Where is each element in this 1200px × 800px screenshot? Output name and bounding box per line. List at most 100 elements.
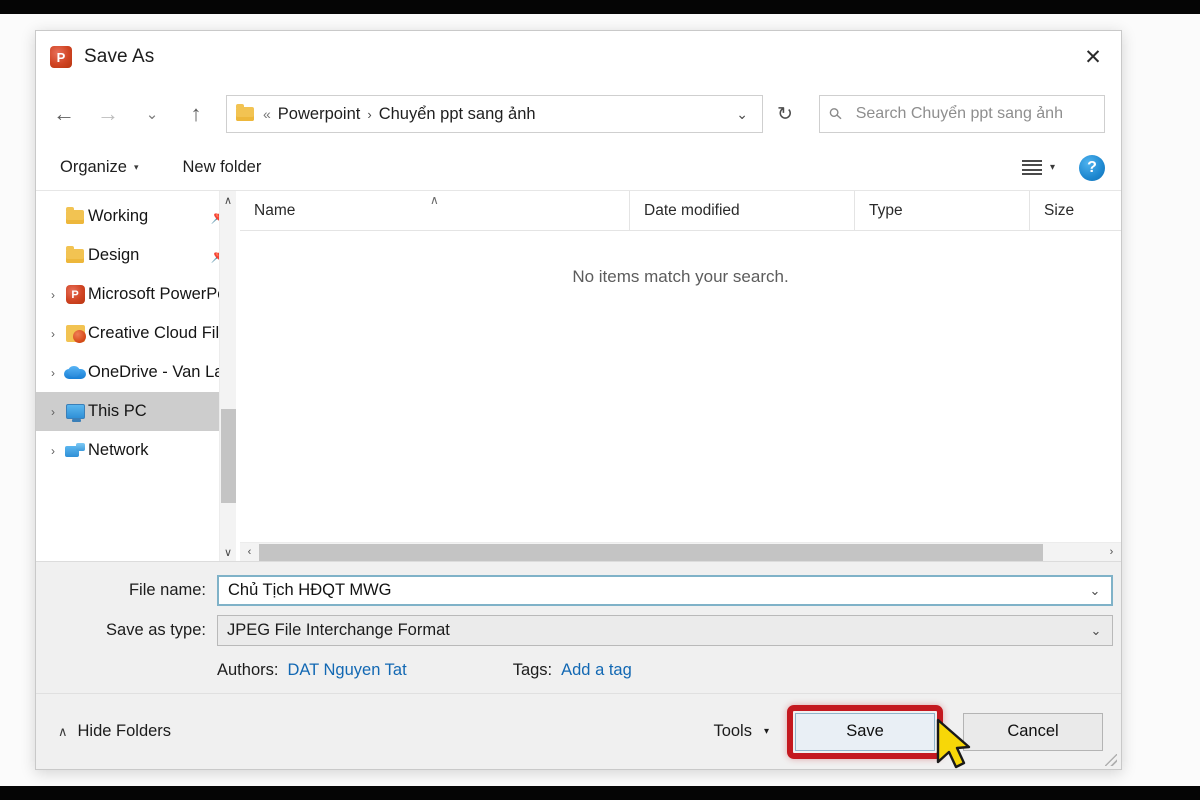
expander-icon[interactable]: › xyxy=(44,405,62,419)
save-as-type-label: Save as type: xyxy=(106,621,206,639)
command-bar-right: ▾ ? xyxy=(1021,154,1105,181)
breadcrumb-overflow[interactable]: « xyxy=(263,106,271,122)
dialog-title: Save As xyxy=(84,46,155,67)
screenshot-stage: P Save As ✕ ← → ⌄ ↑ « Powerpoint › Chuyể… xyxy=(0,0,1200,800)
help-icon[interactable]: ? xyxy=(1079,154,1105,181)
sidebar-item-label: Network xyxy=(88,441,149,459)
powerpoint-icon: P xyxy=(62,285,88,304)
up-button[interactable]: ↑ xyxy=(174,94,218,134)
file-list-horizontal-scrollbar[interactable]: ‹ › xyxy=(240,542,1121,561)
expander-icon[interactable]: › xyxy=(44,366,62,380)
back-button[interactable]: ← xyxy=(42,94,86,134)
new-folder-button[interactable]: New folder xyxy=(182,158,261,177)
powerpoint-icon: P xyxy=(50,46,72,68)
authors-value[interactable]: DAT Nguyen Tat xyxy=(287,661,406,680)
organize-button[interactable]: Organize ▾ xyxy=(60,158,138,177)
folder-icon xyxy=(62,206,88,224)
dialog-footer: ∧ Hide Folders Tools ▾ Save Cancel xyxy=(36,693,1121,769)
chevron-down-icon[interactable]: ▾ xyxy=(1050,162,1055,173)
column-header-type[interactable]: Type xyxy=(855,191,1030,230)
file-name-row: File name: Chủ Tịch HĐQT MWG ⌄ xyxy=(36,574,1121,607)
scrollbar-track[interactable] xyxy=(259,543,1102,562)
sidebar-item-design[interactable]: Design 📌 xyxy=(36,236,236,275)
expander-icon[interactable]: › xyxy=(44,327,62,341)
letterbox-top xyxy=(0,0,1200,14)
view-list-icon[interactable] xyxy=(1021,159,1042,176)
file-name-label: File name: xyxy=(128,581,206,599)
save-as-type-row: Save as type: JPEG File Interchange Form… xyxy=(36,614,1121,647)
breadcrumb-item-current[interactable]: Chuyển ppt sang ảnh xyxy=(379,105,536,124)
tools-label: Tools xyxy=(713,722,752,740)
creative-cloud-icon xyxy=(62,325,88,343)
search-input[interactable]: ⚲ Search Chuyển ppt sang ảnh xyxy=(819,95,1105,133)
sidebar-item-label: OneDrive - Van La xyxy=(88,363,224,381)
footer-actions: Tools ▾ Save Cancel xyxy=(713,704,1103,759)
resize-grip[interactable] xyxy=(1105,754,1117,766)
save-as-type-select[interactable]: JPEG File Interchange Format ⌄ xyxy=(217,615,1113,646)
expander-icon[interactable]: › xyxy=(44,288,62,302)
sidebar-item-onedrive[interactable]: › OneDrive - Van La xyxy=(36,353,236,392)
refresh-icon[interactable]: ↻ xyxy=(765,95,805,133)
close-icon[interactable]: ✕ xyxy=(1065,31,1121,83)
sidebar-item-label: Microsoft PowerPc xyxy=(88,285,226,303)
sidebar-item-label: Creative Cloud File xyxy=(88,324,229,342)
file-name-value: Chủ Tịch HĐQT MWG xyxy=(228,581,392,599)
hide-folders-button[interactable]: ∧ Hide Folders xyxy=(58,722,171,741)
file-name-input[interactable]: Chủ Tịch HĐQT MWG ⌄ xyxy=(217,575,1113,606)
chevron-down-icon[interactable]: ⌄ xyxy=(728,106,756,123)
scroll-left-icon[interactable]: ‹ xyxy=(240,543,259,562)
navigation-pane: Working 📌 Design 📌 › P Microsoft PowerPc… xyxy=(36,191,236,561)
sidebar-item-this-pc[interactable]: › This PC xyxy=(36,392,236,431)
command-bar: Organize ▾ New folder ▾ ? xyxy=(36,145,1121,191)
scrollbar-thumb[interactable] xyxy=(259,543,1043,561)
chevron-down-icon[interactable]: ⌄ xyxy=(1080,616,1112,645)
save-as-type-value: JPEG File Interchange Format xyxy=(227,621,450,639)
new-folder-label: New folder xyxy=(182,158,262,176)
authors-block: Authors: DAT Nguyen Tat xyxy=(217,661,407,680)
file-list-headers: Name ∧ Date modified Type Size xyxy=(240,191,1121,231)
chevron-down-icon[interactable]: ⌄ xyxy=(1079,577,1111,604)
expander-icon[interactable]: › xyxy=(44,444,62,458)
scroll-down-icon[interactable]: ∨ xyxy=(220,543,237,561)
tools-button[interactable]: Tools ▾ xyxy=(713,722,769,741)
sidebar-item-microsoft-powerpoint[interactable]: › P Microsoft PowerPc xyxy=(36,275,236,314)
sidebar-item-label: This PC xyxy=(88,402,147,420)
dialog-titlebar: P Save As ✕ xyxy=(36,31,1121,83)
column-header-date-modified[interactable]: Date modified xyxy=(630,191,855,230)
forward-button[interactable]: → xyxy=(86,94,130,134)
address-bar: ← → ⌄ ↑ « Powerpoint › Chuyển ppt sang ả… xyxy=(36,83,1121,145)
cancel-button[interactable]: Cancel xyxy=(963,712,1103,751)
organize-label: Organize xyxy=(60,158,127,176)
scroll-right-icon[interactable]: › xyxy=(1102,543,1121,562)
column-header-label: Date modified xyxy=(644,201,740,219)
save-button[interactable]: Save xyxy=(795,712,935,751)
breadcrumb-item-powerpoint[interactable]: Powerpoint xyxy=(278,105,361,124)
chevron-up-icon: ∧ xyxy=(58,723,68,739)
scroll-up-icon[interactable]: ∧ xyxy=(220,191,237,209)
metadata-row: Authors: DAT Nguyen Tat Tags: Add a tag xyxy=(36,653,1121,687)
sidebar-item-working[interactable]: Working 📌 xyxy=(36,197,236,236)
sidebar-item-label: Working xyxy=(88,207,149,225)
save-as-dialog: P Save As ✕ ← → ⌄ ↑ « Powerpoint › Chuyể… xyxy=(35,30,1122,770)
column-header-label: Type xyxy=(869,201,903,219)
chevron-down-icon: ▾ xyxy=(763,726,769,737)
search-placeholder: Search Chuyển ppt sang ảnh xyxy=(855,105,1063,122)
empty-list-message: No items match your search. xyxy=(572,267,789,286)
folder-icon xyxy=(236,104,254,121)
recent-locations-button[interactable]: ⌄ xyxy=(130,94,174,134)
scrollbar-thumb[interactable] xyxy=(220,409,236,503)
breadcrumb[interactable]: « Powerpoint › Chuyển ppt sang ảnh ⌄ xyxy=(226,95,763,133)
column-header-size[interactable]: Size xyxy=(1030,191,1121,230)
hide-folders-label: Hide Folders xyxy=(77,722,172,740)
network-icon xyxy=(62,443,88,458)
sidebar-item-network[interactable]: › Network xyxy=(36,431,236,470)
this-pc-icon xyxy=(62,404,88,422)
save-button-highlight-wrap: Save xyxy=(787,704,943,759)
tags-value[interactable]: Add a tag xyxy=(561,661,632,680)
sidebar-scrollbar[interactable]: ∧ ∨ xyxy=(219,191,236,561)
column-header-label: Name xyxy=(254,201,296,219)
scrollbar-track[interactable] xyxy=(220,209,237,543)
sidebar-item-creative-cloud-files[interactable]: › Creative Cloud File xyxy=(36,314,236,353)
column-header-name[interactable]: Name ∧ xyxy=(240,191,630,230)
sidebar-item-label: Design xyxy=(88,246,140,264)
